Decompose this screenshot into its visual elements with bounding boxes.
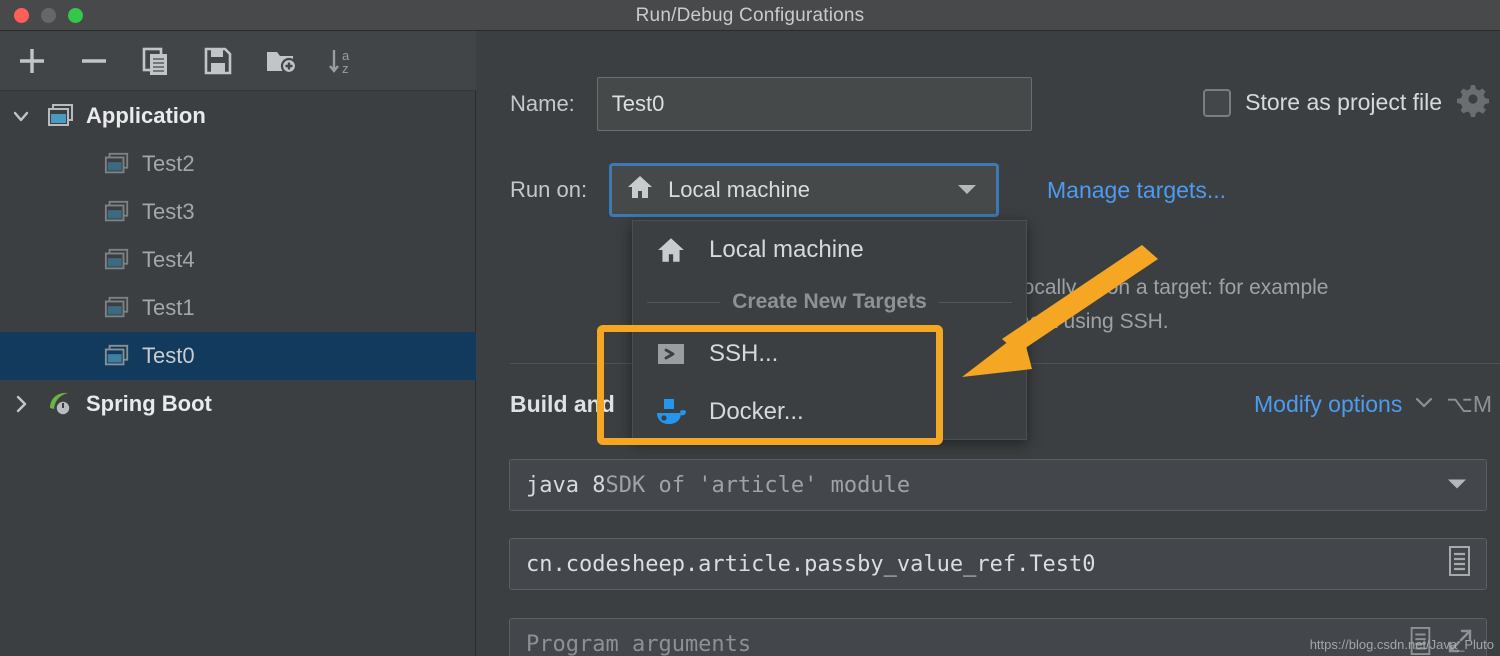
chevron-down-icon[interactable]: [956, 177, 978, 203]
chevron-down-icon[interactable]: [0, 105, 42, 127]
folder-add-icon: [263, 44, 297, 78]
window-title: Run/Debug Configurations: [0, 0, 1500, 31]
list-browse-icon[interactable]: [1444, 544, 1474, 584]
titlebar: Run/Debug Configurations: [0, 0, 1500, 31]
remove-configuration-button[interactable]: [72, 39, 116, 83]
sidebar-item-label: Application: [78, 103, 206, 129]
dropdown-item-label: Local machine: [709, 236, 864, 264]
run-debug-configurations-window: Run/Debug Configurations: [0, 0, 1500, 656]
copy-configuration-button[interactable]: [134, 39, 178, 83]
sort-alphabetically-button[interactable]: a z: [320, 39, 364, 83]
main-class-input[interactable]: cn.codesheep.article.passby_value_ref.Te…: [509, 538, 1487, 590]
sidebar-item-test3[interactable]: Test3: [0, 188, 476, 236]
chevron-down-icon[interactable]: [1414, 395, 1434, 414]
modify-options-link[interactable]: Modify options: [1254, 391, 1402, 418]
sidebar-item-label: Test4: [134, 247, 195, 273]
watermark: https://blog.csdn.net/Java_Pluto: [1310, 637, 1494, 652]
name-row: Name: Test0: [510, 77, 1032, 131]
sidebar-item-application[interactable]: Application: [0, 92, 476, 140]
minus-icon: [77, 44, 111, 78]
sidebar-item-test0[interactable]: Test0: [0, 332, 476, 380]
name-label: Name:: [510, 91, 575, 117]
sdk-value-rest: SDK of 'article' module: [605, 473, 910, 498]
spring-boot-icon: [44, 389, 78, 419]
run-on-selected-value: Local machine: [668, 177, 810, 203]
copy-icon: [139, 44, 173, 78]
gear-icon[interactable]: [1456, 83, 1490, 122]
sdk-combobox[interactable]: java 8 SDK of 'article' module: [509, 459, 1487, 511]
sidebar-item-label: Test3: [134, 199, 195, 225]
home-icon: [626, 173, 654, 207]
plus-icon: [15, 44, 49, 78]
sidebar-item-test2[interactable]: Test2: [0, 140, 476, 188]
manage-targets-link[interactable]: Manage targets...: [1047, 177, 1226, 204]
sdk-value-prefix: java 8: [526, 473, 605, 498]
sidebar-toolbar: a z: [0, 31, 476, 91]
save-configuration-button[interactable]: [196, 39, 240, 83]
sidebar-item-label: Test1: [134, 295, 195, 321]
sidebar-item-label: Test0: [134, 343, 195, 369]
home-icon: [633, 235, 709, 265]
run-on-row: Run on: Local machine: [510, 163, 999, 217]
name-input[interactable]: Test0: [597, 77, 1032, 131]
store-as-project-file-label: Store as project file: [1245, 89, 1442, 116]
sidebar-item-test1[interactable]: Test1: [0, 284, 476, 332]
svg-text:z: z: [342, 61, 349, 76]
add-configuration-button[interactable]: [10, 39, 54, 83]
store-as-project-file-checkbox[interactable]: [1203, 89, 1231, 117]
sidebar-item-label: Spring Boot: [78, 391, 212, 417]
main-class-value: cn.codesheep.article.passby_value_ref.Te…: [526, 552, 1096, 577]
modify-options-row: Modify options ⌥M: [1254, 391, 1492, 418]
run-on-combobox[interactable]: Local machine: [609, 163, 999, 217]
application-icon: [100, 343, 134, 369]
annotation-arrow: [930, 235, 1170, 395]
application-icon: [44, 102, 78, 130]
dropdown-section-label: Create New Targets: [732, 290, 927, 314]
run-on-label: Run on:: [510, 177, 587, 203]
application-icon: [100, 247, 134, 273]
store-as-project-file-row: Store as project file: [1203, 83, 1490, 122]
configurations-tree: Application Test2: [0, 92, 476, 428]
chevron-right-icon[interactable]: [0, 393, 42, 415]
move-into-folder-button[interactable]: [258, 39, 302, 83]
modify-options-shortcut: ⌥M: [1446, 391, 1492, 418]
sidebar-item-label: Test2: [134, 151, 195, 177]
annotation-highlight-box: [597, 325, 943, 445]
sort-az-icon: a z: [325, 44, 359, 78]
chevron-down-icon[interactable]: [1446, 473, 1468, 498]
main-class-icons: [1444, 544, 1474, 584]
separator-line-left: [647, 302, 720, 303]
application-icon: [100, 295, 134, 321]
application-icon: [100, 199, 134, 225]
sidebar-item-spring-boot[interactable]: Spring Boot: [0, 380, 476, 428]
application-icon: [100, 151, 134, 177]
sidebar-item-test4[interactable]: Test4: [0, 236, 476, 284]
configurations-sidebar: a z Application: [0, 31, 476, 656]
save-icon: [201, 44, 235, 78]
program-arguments-placeholder: Program arguments: [526, 632, 751, 656]
